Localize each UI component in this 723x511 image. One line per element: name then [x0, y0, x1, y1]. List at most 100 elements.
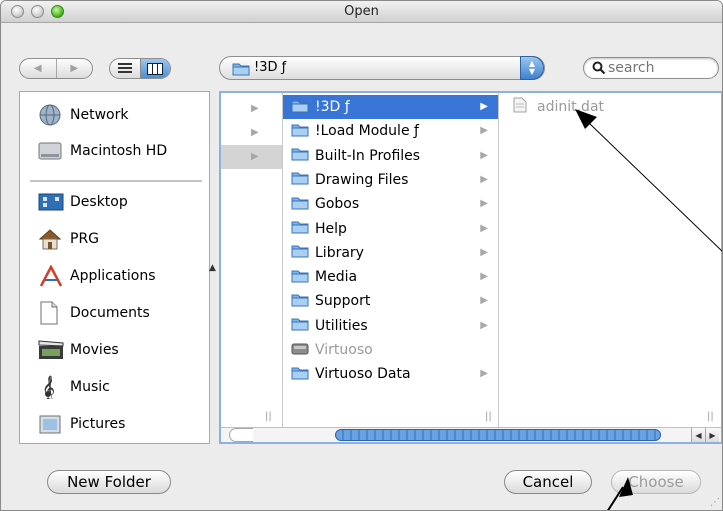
forward-button[interactable]: ▶ [55, 59, 93, 78]
folder-row[interactable]: Library ▶ [283, 241, 498, 265]
folder-icon [291, 316, 315, 335]
list-view-icon [117, 63, 132, 73]
sidebar-item-label: PRG [70, 231, 100, 247]
applications-icon [38, 262, 70, 290]
folder-row-label: Library [315, 244, 364, 261]
folder-row[interactable]: Support ▶ [283, 289, 498, 313]
folder-row[interactable]: !Load Module ƒ ▶ [283, 119, 498, 143]
folder-row-label: !Load Module ƒ [315, 123, 419, 140]
folder-row-label: Virtuoso Data [315, 366, 411, 383]
scroll-track-endcap [229, 428, 253, 442]
folder-row-label: Support [315, 293, 371, 310]
disclosure-arrow-icon: ▶ [251, 103, 259, 114]
home-icon [38, 225, 70, 253]
resize-grip-icon[interactable]: ⋰ [710, 497, 720, 508]
disclosure-arrow-icon: ▶ [480, 368, 488, 380]
back-arrow-icon: ◀ [33, 63, 42, 74]
folder-row-label: Virtuoso [315, 342, 373, 358]
folder-row-label: Gobos [315, 196, 360, 213]
column-resize-handle[interactable]: || [707, 411, 714, 422]
sidebar-item-network[interactable]: Network [38, 100, 128, 130]
sidebar-item-label: Network [70, 107, 129, 123]
desktop-icon [38, 188, 70, 216]
sidebar-item-label: Macintosh HD [70, 143, 168, 159]
window-title: Open [344, 4, 379, 19]
search-input[interactable] [608, 60, 708, 76]
sidebar-item-label: Music [70, 379, 110, 395]
view-mode-control [109, 58, 171, 79]
sidebar-divider [30, 180, 202, 182]
folder-row-label: Help [315, 220, 347, 237]
file-row-label: adinit.dat [537, 99, 605, 115]
folder-icon [291, 195, 315, 214]
folder-row[interactable]: Gobos ▶ [283, 192, 498, 216]
sidebar-item-macintosh-hd[interactable]: Macintosh HD [38, 136, 167, 166]
scroll-left-button[interactable]: ◀ [691, 428, 705, 442]
folder-row[interactable]: Drawing Files ▶ [283, 168, 498, 192]
new-folder-button[interactable]: New Folder [47, 470, 171, 494]
folder-row[interactable]: Virtuoso [283, 338, 498, 362]
disclosure-arrow-icon: ▶ [251, 151, 259, 162]
search-icon [592, 61, 606, 79]
pictures-icon [38, 410, 70, 438]
folder-icon [291, 292, 315, 311]
disclosure-arrow-icon: ▶ [480, 149, 488, 161]
sidebar-item-prg[interactable]: PRG [38, 224, 99, 254]
music-icon: 𝄞 [38, 373, 70, 401]
folder-icon [291, 268, 315, 287]
column-resize-handle[interactable]: || [485, 411, 492, 422]
disclosure-arrow-icon: ▶ [480, 246, 488, 258]
file-row-adinit[interactable]: adinit.dat [499, 95, 721, 119]
selected-row-inactive[interactable]: ▶ [221, 145, 282, 169]
browser-column-2: !3D ƒ ▶ !Load Module ƒ ▶ Built-In Profiles ▶ D… [283, 93, 499, 427]
sidebar-item-pictures[interactable]: Pictures [38, 409, 125, 439]
sidebar-item-label: Desktop [70, 194, 128, 210]
open-dialog-window: Open ◀ ▶ !3D ƒ ▲ ▼ search Network Macint… [0, 0, 723, 511]
disclosure-arrow-icon: ▶ [480, 198, 488, 210]
list-view-button[interactable] [110, 59, 140, 78]
sidebar-item-movies[interactable]: Movies [38, 335, 119, 365]
cancel-button[interactable]: Cancel [504, 470, 592, 494]
folder-row[interactable]: Media ▶ [283, 265, 498, 289]
sidebar-item-applications[interactable]: Applications [38, 261, 156, 291]
documents-icon [38, 299, 70, 327]
folder-row[interactable]: Built-In Profiles ▶ [283, 144, 498, 168]
folder-row-label: Media [315, 269, 358, 286]
folder-icon [291, 122, 315, 141]
scroll-right-button[interactable]: ▶ [705, 428, 719, 442]
column-resize-handle[interactable]: || [265, 411, 272, 422]
scrollbar-thumb[interactable] [335, 429, 661, 441]
folder-row[interactable]: Help ▶ [283, 217, 498, 241]
sidebar-item-desktop[interactable]: Desktop [38, 187, 128, 217]
sidebar-item-label: Applications [70, 268, 156, 284]
folder-icon [291, 219, 315, 238]
disclosure-arrow-icon: ▶ [480, 125, 488, 137]
movies-icon [38, 336, 70, 364]
document-file-icon [513, 97, 537, 117]
sidebar-item-label: Documents [70, 305, 150, 321]
choose-button[interactable]: Choose [611, 470, 701, 494]
sidebar-item-documents[interactable]: Documents [38, 298, 150, 328]
folder-row-label: !3D ƒ [315, 99, 350, 115]
back-forward-control: ◀ ▶ [19, 58, 93, 79]
disclosure-arrow-icon: ▶ [480, 295, 488, 307]
disclosure-arrow-icon: ▶ [251, 127, 259, 138]
forward-arrow-icon: ▶ [70, 63, 79, 74]
browser-column-3: adinit.dat || [499, 93, 721, 427]
path-popup[interactable]: !3D ƒ ▲ ▼ [219, 56, 545, 80]
disclosure-arrow-icon: ▶ [480, 101, 488, 112]
column-browser: ▶ ▶ ▶ || !3D ƒ ▶ !Load Module ƒ ▶ Built-In P… [219, 91, 722, 444]
folder-icon [291, 365, 315, 384]
path-popup-label: !3D ƒ [254, 60, 287, 75]
horizontal-scrollbar[interactable]: ◀ ▶ [221, 427, 721, 442]
back-button[interactable]: ◀ [20, 59, 56, 78]
folder-row[interactable]: Virtuoso Data ▶ [283, 362, 498, 386]
folder-row-label: Built-In Profiles [315, 147, 421, 164]
sidebar-item-music[interactable]: 𝄞 Music [38, 372, 110, 402]
column-view-button[interactable] [139, 59, 170, 78]
disclosure-arrow-icon: ▶ [480, 222, 488, 234]
column-view-icon [147, 62, 164, 75]
folder-row[interactable]: Utilities ▶ [283, 314, 498, 338]
folder-row[interactable]: !3D ƒ ▶ [283, 95, 498, 119]
sidebar-splitter-handle[interactable]: ▲ [209, 263, 216, 273]
